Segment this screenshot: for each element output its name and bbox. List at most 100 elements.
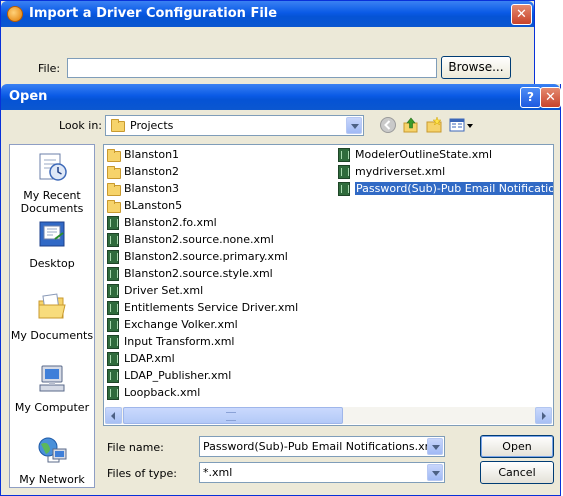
horizontal-scrollbar[interactable] — [105, 407, 552, 424]
file-item-label: Driver Set.xml — [124, 284, 204, 297]
file-item[interactable]: Blanston2.source.style.xml — [106, 266, 273, 282]
file-item-label: Entitlements Service Driver.xml — [124, 301, 299, 314]
file-item-label: Blanston2.source.style.xml — [124, 267, 273, 280]
chevron-down-icon[interactable] — [346, 117, 362, 134]
open-dialog-title-bar[interactable]: Open ? ✕ — [1, 84, 561, 110]
file-item-label: Blanston2.fo.xml — [124, 216, 217, 229]
folder-item[interactable]: BLanston5 — [106, 198, 182, 214]
my-computer-icon — [39, 365, 65, 392]
chevron-down-icon[interactable] — [427, 464, 443, 481]
file-item[interactable]: Input Transform.xml — [106, 334, 234, 350]
chevron-down-icon[interactable] — [427, 438, 443, 455]
file-item-label: Password(Sub)-Pub Email Notifications.xm… — [355, 182, 553, 195]
file-item-label: Blanston2 — [124, 165, 180, 178]
look-in-value: Projects — [130, 119, 174, 132]
file-item[interactable]: Driver Set.xml — [106, 283, 203, 299]
file-item[interactable]: Blanston2.source.primary.xml — [106, 249, 288, 265]
place-label: My Recent Documents — [20, 189, 84, 215]
up-one-level-icon[interactable] — [402, 116, 420, 134]
file-item-label: mydriverset.xml — [355, 165, 446, 178]
scroll-right-button[interactable] — [535, 407, 552, 424]
place-my-computer[interactable]: My Computer — [10, 363, 94, 414]
import-dialog-close-button[interactable]: ✕ — [511, 4, 532, 25]
file-item-label: BLanston5 — [124, 199, 183, 212]
xml-file-icon — [338, 165, 350, 179]
file-item-label: Blanston2.source.primary.xml — [124, 250, 288, 263]
back-icon[interactable] — [379, 116, 397, 134]
file-item[interactable]: Password(Sub)-Pub Email Notifications.xm… — [337, 181, 553, 197]
my-network-icon — [38, 437, 67, 463]
file-label: File: — [38, 62, 61, 75]
app-icon — [7, 6, 23, 22]
place-label: My Computer — [14, 401, 90, 414]
my-documents-icon — [38, 293, 66, 319]
folder-icon — [111, 119, 125, 132]
file-item-label: Exchange Volker.xml — [124, 318, 238, 331]
open-file-dialog: Open ? ✕ Look in: Projects My Recent Doc… — [0, 84, 561, 496]
open-button[interactable]: Open — [480, 435, 554, 458]
file-item-label: Input Transform.xml — [124, 335, 235, 348]
file-item[interactable]: Loopback.xml — [106, 385, 200, 401]
folder-item[interactable]: Blanston2 — [106, 164, 179, 180]
xml-file-icon — [338, 148, 350, 162]
file-path-input[interactable] — [67, 58, 437, 78]
place-my-network[interactable]: My Network — [10, 435, 94, 486]
files-of-type-dropdown[interactable]: *.xml — [199, 462, 445, 483]
file-item[interactable]: mydriverset.xml — [337, 164, 445, 180]
xml-file-icon — [107, 335, 119, 349]
xml-file-icon — [107, 250, 119, 264]
cancel-button[interactable]: Cancel — [480, 461, 554, 484]
file-item[interactable]: Blanston2.fo.xml — [106, 215, 217, 231]
scrollbar-thumb[interactable] — [123, 407, 343, 424]
xml-file-icon — [107, 369, 119, 383]
file-item-label: Blanston2.source.none.xml — [124, 233, 274, 246]
xml-file-icon — [107, 352, 119, 366]
files-of-type-value: *.xml — [203, 466, 233, 479]
browse-button[interactable]: Browse... — [441, 56, 511, 79]
file-item[interactable]: Blanston2.source.none.xml — [106, 232, 274, 248]
files-of-type-label: Files of type: — [107, 467, 178, 480]
file-item[interactable]: LDAP_Publisher.xml — [106, 368, 231, 384]
xml-file-icon — [107, 267, 119, 281]
folder-item[interactable]: Blanston1 — [106, 147, 179, 163]
file-item[interactable]: Entitlements Service Driver.xml — [106, 300, 298, 316]
xml-file-icon — [107, 284, 119, 298]
xml-file-icon — [107, 233, 119, 247]
folder-icon — [107, 149, 121, 162]
place-desktop[interactable]: Desktop — [10, 219, 94, 270]
import-driver-dialog: Import a Driver Configuration File ✕ Fil… — [0, 0, 535, 92]
xml-file-icon — [107, 386, 119, 400]
place-my-recent-documents[interactable]: My Recent Documents — [10, 151, 94, 215]
xml-file-icon — [338, 182, 350, 196]
new-folder-icon[interactable] — [425, 116, 443, 134]
folder-icon — [107, 183, 121, 196]
desktop-icon — [39, 221, 65, 247]
xml-file-icon — [107, 301, 119, 315]
scroll-left-button[interactable] — [105, 407, 122, 424]
open-dialog-close-button[interactable]: ✕ — [540, 87, 561, 108]
import-dialog-title: Import a Driver Configuration File — [29, 6, 278, 21]
file-item[interactable]: Exchange Volker.xml — [106, 317, 238, 333]
file-list[interactable]: Blanston1 Blanston2 Blanston3 BLanston5 Blan… — [103, 144, 554, 426]
view-menu-icon[interactable] — [449, 116, 475, 134]
look-in-label: Look in: — [59, 119, 102, 132]
file-item-label: LDAP_Publisher.xml — [124, 369, 232, 382]
file-name-input[interactable]: Password(Sub)-Pub Email Notifications.xm… — [199, 436, 445, 457]
folder-item[interactable]: Blanston3 — [106, 181, 179, 197]
help-button[interactable]: ? — [520, 87, 541, 108]
places-bar: My Recent Documents Desktop My Documents — [9, 144, 95, 488]
xml-file-icon — [107, 318, 119, 332]
file-item-label: LDAP.xml — [124, 352, 175, 365]
look-in-dropdown[interactable]: Projects — [105, 115, 364, 136]
file-item[interactable]: ModelerOutlineState.xml — [337, 147, 492, 163]
place-label: My Documents — [10, 329, 94, 342]
xml-file-icon — [107, 216, 119, 230]
file-name-label: File name: — [107, 441, 164, 454]
open-dialog-title: Open — [9, 89, 48, 104]
place-my-documents[interactable]: My Documents — [10, 291, 94, 342]
place-label: Desktop — [29, 257, 75, 270]
folder-icon — [107, 200, 121, 213]
file-item[interactable]: LDAP.xml — [106, 351, 175, 367]
file-name-value: Password(Sub)-Pub Email Notifications.xm… — [203, 440, 439, 453]
import-dialog-title-bar[interactable]: Import a Driver Configuration File ✕ — [1, 1, 534, 27]
